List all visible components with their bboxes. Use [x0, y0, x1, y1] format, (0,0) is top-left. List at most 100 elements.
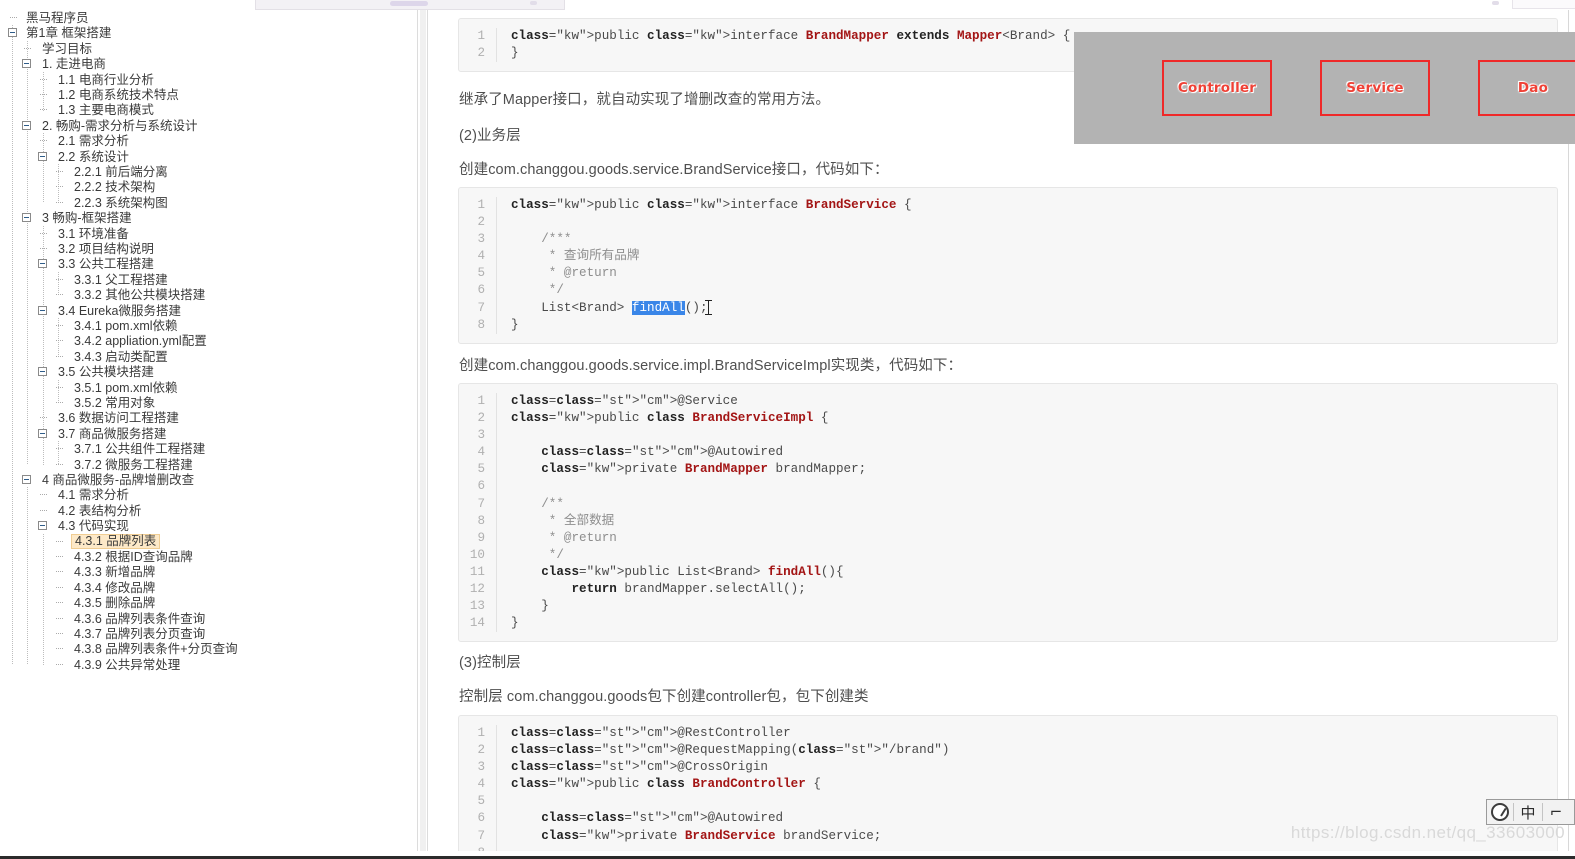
toc-item-selected[interactable]: 4.3.1 品牌列表 — [0, 533, 410, 549]
toc-item[interactable]: 4.3.9 公共异常处理 — [0, 657, 410, 672]
toc-item[interactable]: 4.2 表结构分析 — [0, 503, 410, 518]
code-line: 6 */ — [459, 282, 1557, 300]
toc-item[interactable]: 1.1 电商行业分析 — [0, 72, 410, 87]
toc-item[interactable]: 4.3.4 修改品牌 — [0, 580, 410, 595]
code-line-number: 8 — [459, 512, 497, 530]
toc-leaf-connector-icon — [56, 571, 63, 573]
toc-item[interactable]: 2.1 需求分析 — [0, 133, 410, 148]
toc-item[interactable]: 1.2 电商系统技术特点 — [0, 87, 410, 102]
toc-item[interactable]: 3.4.2 appliation.yml配置 — [0, 333, 410, 348]
toc-item[interactable]: 3.7 商品微服务搭建 — [0, 426, 410, 441]
toc-item[interactable]: 2.2.1 前后端分离 — [0, 164, 410, 179]
toc-item[interactable]: 4.3 代码实现 — [0, 518, 410, 533]
toc-item-label: 4 商品微服务-品牌增删改查 — [42, 473, 195, 487]
toc-item[interactable]: 4 商品微服务-品牌增删改查 — [0, 472, 410, 487]
toc-item[interactable]: 3.5.1 pom.xml依赖 — [0, 380, 410, 395]
ime-punctuation-toggle[interactable]: ⌐ — [1543, 803, 1569, 821]
code-block-brandserviceimpl[interactable]: 1 class=class="st">"cm">@Service 2 class="k… — [458, 383, 1558, 643]
toc-collapse-icon[interactable] — [38, 521, 47, 531]
toc-item[interactable]: 3.3.2 其他公共模块搭建 — [0, 287, 410, 302]
toc-item[interactable]: 2. 畅购-需求分析与系统设计 — [0, 118, 410, 133]
toc-item[interactable]: 3.5 公共模块搭建 — [0, 364, 410, 379]
toc-item[interactable]: 2.2.3 系统架构图 — [0, 195, 410, 210]
toc-item[interactable]: 4.1 需求分析 — [0, 487, 410, 502]
toc-item[interactable]: 3.2 项目结构说明 — [0, 241, 410, 256]
toc-item[interactable]: 4.3.8 品牌列表条件+分页查询 — [0, 641, 410, 656]
toc-collapse-icon[interactable] — [38, 259, 47, 269]
toc-item[interactable]: 3.5.2 常用对象 — [0, 395, 410, 410]
toc-leaf-connector-icon — [40, 140, 47, 142]
toc-leaf-connector-icon — [40, 248, 47, 249]
toc-item[interactable]: 2.2.2 技术架构 — [0, 179, 410, 194]
toc-leaf-connector-icon — [56, 617, 63, 619]
code-line-number: 8 — [459, 316, 497, 334]
code-line-number: 7 — [459, 827, 497, 845]
toc-item[interactable]: 2.2 系统设计 — [0, 149, 410, 164]
toc-collapse-icon[interactable] — [38, 428, 47, 438]
code-line-text: class="kw">public class BrandServiceImpl… — [511, 411, 829, 426]
toc-item[interactable]: 黑马程序员 — [0, 10, 410, 25]
toc-item[interactable]: 4.3.6 品牌列表条件查询 — [0, 611, 410, 626]
toc-item[interactable]: 3.3 公共工程搭建 — [0, 256, 410, 271]
toc-item[interactable]: 3.3.1 父工程搭建 — [0, 272, 410, 287]
toc-item[interactable]: 1.3 主要电商模式 — [0, 102, 410, 117]
toc-collapse-icon[interactable] — [22, 213, 31, 223]
toc-item[interactable]: 3.4 Eureka微服务搭建 — [0, 303, 410, 318]
toc-item[interactable]: 4.3.2 根据ID查询品牌 — [0, 549, 410, 564]
chrome-dot-1 — [530, 1, 537, 5]
code-line-number: 8 — [459, 844, 497, 851]
toc-item-label: 2.2 系统设计 — [58, 149, 129, 164]
toc-item-label: 3.6 数据访问工程搭建 — [58, 411, 179, 426]
toc-item[interactable]: 3 畅购-框架搭建 — [0, 210, 410, 225]
toc-item-label: 3.7.1 公共组件工程搭建 — [74, 442, 206, 457]
toc-item[interactable]: 4.3.5 删除品牌 — [0, 595, 410, 610]
toc-collapse-icon[interactable] — [22, 120, 31, 130]
code-line-text: class=class="st">"cm">@Service — [511, 394, 738, 408]
toc-tree: 黑马程序员 第1章 框架搭建 学习目标 1. 走进电商 1.1 电商行业分析 1.2 电商… — [0, 10, 418, 682]
code-line-text: } — [511, 317, 519, 332]
browser-tab-right[interactable] — [1512, 0, 1575, 9]
toc-item-label: 黑马程序员 — [26, 11, 89, 25]
toc-item-label: 3.7.2 微服务工程搭建 — [74, 457, 193, 472]
code-line-number: 3 — [459, 759, 497, 777]
code-line: 8 — [459, 844, 1557, 851]
code-line: 5 — [459, 793, 1557, 811]
toc-item[interactable]: 学习目标 — [0, 41, 410, 56]
ime-language-toggle[interactable]: 中 — [1514, 802, 1542, 823]
code-line-text: class="kw">public List<Brand> findAll(){ — [541, 564, 844, 579]
toc-item[interactable]: 3.1 环境准备 — [0, 226, 410, 241]
code-line-text: /*** — [511, 232, 572, 247]
toc-item[interactable]: 3.7.1 公共组件工程搭建 — [0, 441, 410, 456]
toc-item[interactable]: 3.7.2 微服务工程搭建 — [0, 457, 410, 472]
code-line-number: 9 — [459, 529, 497, 547]
toc-collapse-icon[interactable] — [38, 305, 47, 315]
toc-item-label: 4.3.5 删除品牌 — [74, 596, 156, 611]
code-line: 8} — [459, 316, 1557, 334]
toc-collapse-icon[interactable] — [22, 59, 31, 69]
toc-collapse-icon[interactable] — [38, 151, 47, 161]
toc-collapse-icon[interactable] — [8, 28, 17, 38]
toc-item[interactable]: 1. 走进电商 — [0, 56, 410, 71]
architecture-overlay-panel: Controller Service Dao — [1074, 32, 1575, 144]
toc-item[interactable]: 第1章 框架搭建 — [0, 25, 410, 40]
toc-leaf-connector-icon — [56, 386, 63, 388]
ime-indicator[interactable]: 中 ⌐ — [1486, 799, 1575, 825]
toc-item[interactable]: 3.4.3 启动类配置 — [0, 349, 410, 364]
code-line: 13 } — [459, 598, 1557, 616]
code-line-text: * @return — [511, 530, 617, 545]
toc-item[interactable]: 3.6 数据访问工程搭建 — [0, 410, 410, 425]
toc-collapse-icon[interactable] — [22, 475, 31, 484]
code-line: 2 class="kw">public class BrandServiceImp… — [459, 410, 1557, 428]
toc-item[interactable]: 4.3.7 品牌列表分页查询 — [0, 626, 410, 641]
code-line-number: 1 — [459, 725, 497, 743]
toc-item[interactable]: 4.3.3 新增品牌 — [0, 564, 410, 579]
paragraph-create-brandserviceimpl: 创建com.changgou.goods.service.impl.BrandS… — [459, 358, 963, 374]
toc-leaf-connector-icon — [56, 540, 63, 542]
toc-item[interactable]: 3.4.1 pom.xml依赖 — [0, 318, 410, 333]
sidebar-scrollbar[interactable] — [420, 10, 426, 851]
code-block-brandservice[interactable]: 1 class="kw">public class="kw">interface … — [458, 187, 1558, 344]
table-of-contents-sidebar[interactable]: 黑马程序员 第1章 框架搭建 学习目标 1. 走进电商 1.1 电商行业分析 1.2 电商… — [0, 10, 418, 851]
toc-collapse-icon[interactable] — [38, 367, 47, 377]
toc-leaf-connector-icon — [56, 278, 63, 280]
